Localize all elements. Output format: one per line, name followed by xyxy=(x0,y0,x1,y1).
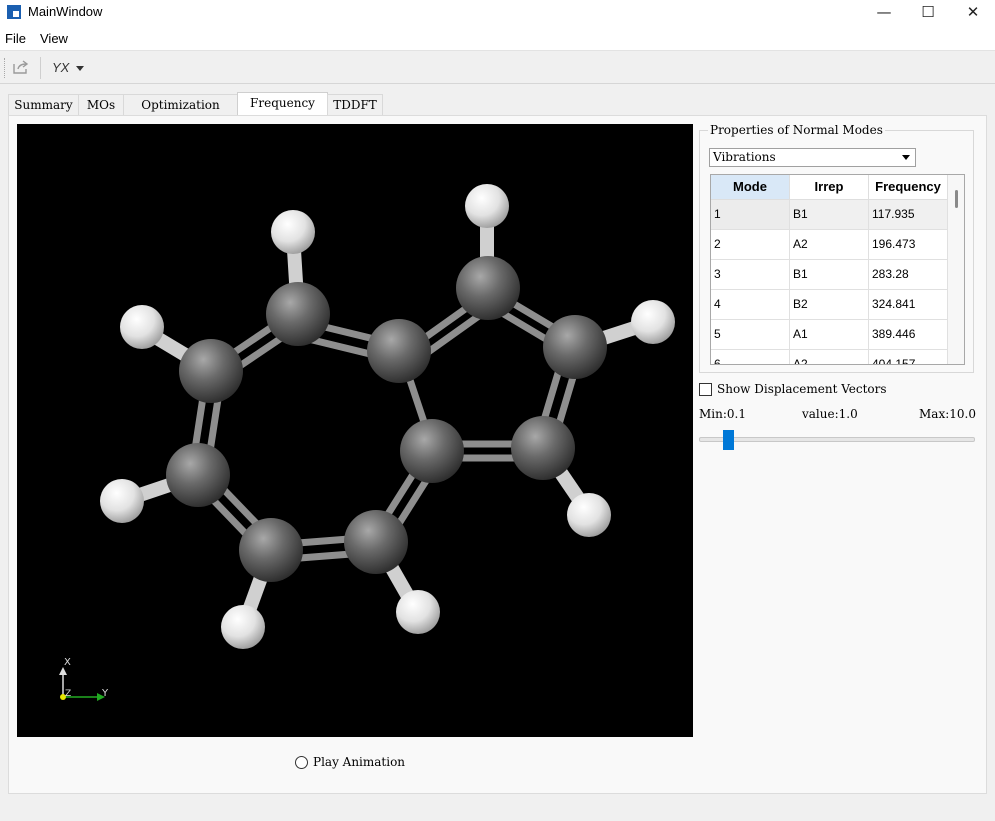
cell-irrep[interactable]: B1 xyxy=(790,200,869,230)
chevron-down-icon xyxy=(902,155,910,160)
share-icon[interactable] xyxy=(12,59,30,75)
axis-x-label: X xyxy=(64,657,71,668)
close-button[interactable]: ✕ xyxy=(950,0,995,26)
table-row[interactable]: 3 B1 283.28 xyxy=(711,260,948,290)
scrollbar-thumb[interactable] xyxy=(955,190,958,208)
axis-y-label: Y xyxy=(101,688,109,699)
app-icon xyxy=(7,5,21,19)
table-row[interactable]: 5 A1 389.446 xyxy=(711,320,948,350)
show-displacement-vectors-checkbox[interactable] xyxy=(699,383,712,396)
cell-frequency[interactable]: 283.28 xyxy=(869,260,948,290)
menu-bar: File View xyxy=(0,26,995,50)
cell-mode[interactable]: 3 xyxy=(711,260,790,290)
column-header-mode[interactable]: Mode xyxy=(711,175,790,200)
tab-tddft[interactable]: TDDFT xyxy=(327,94,383,116)
cell-irrep[interactable]: A2 xyxy=(790,230,869,260)
axis-z-label: Z xyxy=(65,689,71,699)
table-row[interactable]: 1 B1 117.935 xyxy=(711,200,948,230)
cell-irrep[interactable]: B1 xyxy=(790,260,869,290)
window-title: MainWindow xyxy=(28,4,103,19)
play-animation-radio[interactable] xyxy=(295,756,308,769)
displacement-scale-slider[interactable] xyxy=(699,437,975,442)
mode-type-value: Vibrations xyxy=(713,150,776,164)
table-row[interactable]: 2 A2 196.473 xyxy=(711,230,948,260)
table-header: Mode Irrep Frequency xyxy=(711,175,948,200)
tab-mos[interactable]: MOs xyxy=(78,94,124,116)
displacement-scale-labels: Min:0.1 value:1.0 Max:10.0 xyxy=(699,407,976,423)
axis-triad: X Y Z xyxy=(59,657,109,701)
table-row[interactable]: 6 A2 404.157 xyxy=(711,350,948,364)
play-animation-label: Play Animation xyxy=(313,755,406,769)
slider-value-label: value:1.0 xyxy=(802,407,858,421)
show-displacement-vectors-label: Show Displacement Vectors xyxy=(717,382,887,396)
normal-modes-table[interactable]: Mode Irrep Frequency 1 B1 117.935 2 A2 1… xyxy=(710,174,965,365)
table-scrollbar[interactable] xyxy=(948,175,964,364)
menu-view[interactable]: View xyxy=(40,31,68,46)
cell-frequency[interactable]: 117.935 xyxy=(869,200,948,230)
column-header-frequency[interactable]: Frequency xyxy=(869,175,948,200)
normal-modes-title: Properties of Normal Modes xyxy=(708,123,885,137)
mode-type-select[interactable]: Vibrations xyxy=(709,148,916,167)
slider-min-label: Min:0.1 xyxy=(699,407,746,421)
minimize-button[interactable]: — xyxy=(861,0,907,26)
slider-max-label: Max:10.0 xyxy=(919,407,976,421)
cell-irrep[interactable]: A2 xyxy=(790,350,869,364)
cell-frequency[interactable]: 324.841 xyxy=(869,290,948,320)
cell-frequency[interactable]: 404.157 xyxy=(869,350,948,364)
toolbar: YX xyxy=(0,50,995,84)
carbon-atoms xyxy=(166,256,607,582)
cell-frequency[interactable]: 196.473 xyxy=(869,230,948,260)
table-row[interactable]: 4 B2 324.841 xyxy=(711,290,948,320)
chevron-down-icon[interactable] xyxy=(76,66,84,71)
cell-mode[interactable]: 4 xyxy=(711,290,790,320)
cell-irrep[interactable]: A1 xyxy=(790,320,869,350)
column-header-irrep[interactable]: Irrep xyxy=(790,175,869,200)
molecule-render: X Y Z xyxy=(59,184,675,701)
cell-irrep[interactable]: B2 xyxy=(790,290,869,320)
cell-frequency[interactable]: 389.446 xyxy=(869,320,948,350)
tab-summary[interactable]: Summary xyxy=(8,94,79,116)
slider-handle[interactable] xyxy=(723,430,734,450)
hydrogen-atoms xyxy=(100,184,675,649)
toolbar-separator xyxy=(40,57,41,79)
cell-mode[interactable]: 1 xyxy=(711,200,790,230)
tab-frequency[interactable]: Frequency xyxy=(237,92,328,116)
molecule-viewport[interactable]: X Y Z xyxy=(17,124,693,737)
menu-file[interactable]: File xyxy=(5,31,26,46)
cell-mode[interactable]: 6 xyxy=(711,350,790,364)
cell-mode[interactable]: 5 xyxy=(711,320,790,350)
title-bar: MainWindow — ☐ ✕ xyxy=(0,0,995,26)
tab-optimization[interactable]: Optimization xyxy=(123,94,238,116)
maximize-button[interactable]: ☐ xyxy=(905,0,951,26)
cell-mode[interactable]: 2 xyxy=(711,230,790,260)
view-orientation-dropdown[interactable]: YX xyxy=(52,60,69,75)
toolbar-grip[interactable] xyxy=(4,58,6,78)
